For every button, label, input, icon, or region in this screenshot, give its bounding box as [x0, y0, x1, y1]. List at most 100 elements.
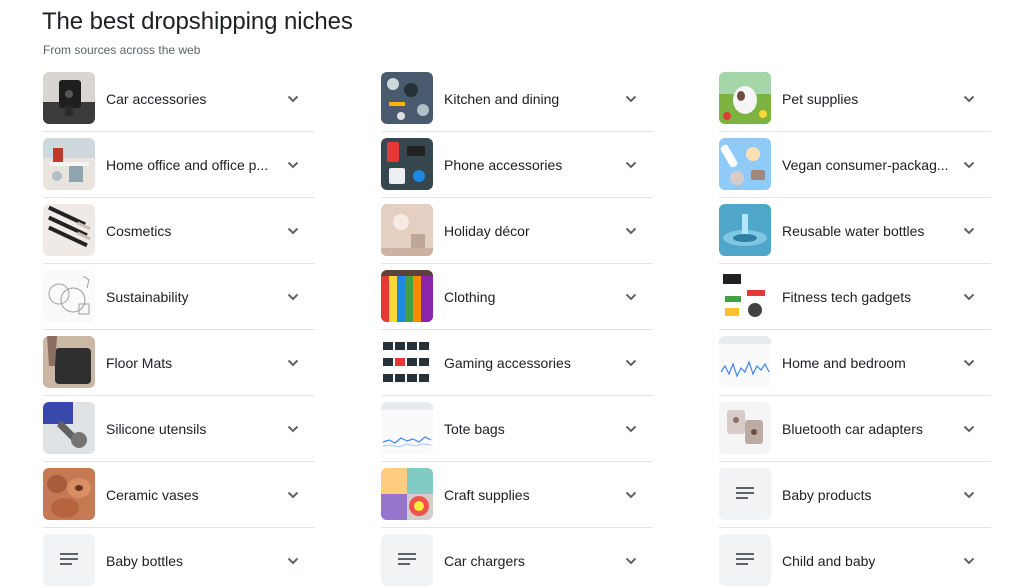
chevron-down-icon[interactable] — [285, 421, 301, 437]
chevron-down-icon[interactable] — [623, 421, 639, 437]
niches-column-2: Kitchen and dining Phone accessories Hol… — [381, 66, 653, 588]
niches-grid: Car accessories Home office and office p… — [0, 66, 1024, 588]
niche-row-vegan-products[interactable]: Vegan consumer-packag... — [719, 132, 991, 198]
niche-label: Home and bedroom — [782, 355, 906, 371]
tote-bags-thumbnail — [381, 402, 433, 454]
page-subtitle: From sources across the web — [43, 43, 201, 57]
niche-label: Car accessories — [106, 91, 207, 107]
niche-row-car-accessories[interactable]: Car accessories — [43, 66, 315, 132]
home-office-thumbnail — [43, 138, 95, 190]
niche-row-cosmetics[interactable]: Cosmetics — [43, 198, 315, 264]
niche-row-phone-accessories[interactable]: Phone accessories — [381, 132, 653, 198]
niches-column-1: Car accessories Home office and office p… — [43, 66, 315, 588]
niche-row-child-baby[interactable]: Child and baby — [719, 528, 991, 588]
chevron-down-icon[interactable] — [285, 553, 301, 569]
niche-row-car-chargers[interactable]: Car chargers — [381, 528, 653, 588]
pet-supplies-thumbnail — [719, 72, 771, 124]
niche-row-bluetooth-adapters[interactable]: Bluetooth car adapters — [719, 396, 991, 462]
clothing-thumbnail — [381, 270, 433, 322]
document-icon — [381, 534, 433, 586]
niche-label: Vegan consumer-packag... — [782, 157, 949, 173]
chevron-down-icon[interactable] — [285, 223, 301, 239]
niche-label: Home office and office p... — [106, 157, 269, 173]
niche-label: Gaming accessories — [444, 355, 571, 371]
niche-label: Holiday décor — [444, 223, 530, 239]
chevron-down-icon[interactable] — [285, 487, 301, 503]
water-bottles-thumbnail — [719, 204, 771, 256]
chevron-down-icon[interactable] — [961, 553, 977, 569]
niche-row-ceramic-vases[interactable]: Ceramic vases — [43, 462, 315, 528]
niches-column-3: Pet supplies Vegan consumer-packag... Re… — [719, 66, 991, 588]
chevron-down-icon[interactable] — [961, 289, 977, 305]
niche-row-baby-bottles[interactable]: Baby bottles — [43, 528, 315, 588]
chevron-down-icon[interactable] — [623, 553, 639, 569]
niche-label: Kitchen and dining — [444, 91, 560, 107]
niche-row-sustainability[interactable]: Sustainability — [43, 264, 315, 330]
niche-row-floor-mats[interactable]: Floor Mats — [43, 330, 315, 396]
chevron-down-icon[interactable] — [623, 223, 639, 239]
niche-label: Baby bottles — [106, 553, 184, 569]
chevron-down-icon[interactable] — [285, 157, 301, 173]
chevron-down-icon[interactable] — [623, 91, 639, 107]
chevron-down-icon[interactable] — [285, 355, 301, 371]
niche-label: Phone accessories — [444, 157, 563, 173]
niche-row-fitness-gadgets[interactable]: Fitness tech gadgets — [719, 264, 991, 330]
chevron-down-icon[interactable] — [961, 91, 977, 107]
niche-row-gaming-accessories[interactable]: Gaming accessories — [381, 330, 653, 396]
niche-row-baby-products[interactable]: Baby products — [719, 462, 991, 528]
floor-mats-thumbnail — [43, 336, 95, 388]
niche-row-holiday-decor[interactable]: Holiday décor — [381, 198, 653, 264]
niche-label: Sustainability — [106, 289, 189, 305]
document-icon — [719, 534, 771, 586]
niche-row-kitchen-dining[interactable]: Kitchen and dining — [381, 66, 653, 132]
sustainability-thumbnail — [43, 270, 95, 322]
niche-label: Craft supplies — [444, 487, 530, 503]
car-accessories-thumbnail — [43, 72, 95, 124]
vegan-products-thumbnail — [719, 138, 771, 190]
chevron-down-icon[interactable] — [623, 355, 639, 371]
gaming-accessories-thumbnail — [381, 336, 433, 388]
niche-row-water-bottles[interactable]: Reusable water bottles — [719, 198, 991, 264]
niche-label: Car chargers — [444, 553, 525, 569]
phone-accessories-thumbnail — [381, 138, 433, 190]
document-icon — [43, 534, 95, 586]
fitness-gadgets-thumbnail — [719, 270, 771, 322]
niche-row-silicone-utensils[interactable]: Silicone utensils — [43, 396, 315, 462]
chevron-down-icon[interactable] — [961, 157, 977, 173]
kitchen-dining-thumbnail — [381, 72, 433, 124]
niche-label: Silicone utensils — [106, 421, 207, 437]
niche-row-clothing[interactable]: Clothing — [381, 264, 653, 330]
craft-supplies-thumbnail — [381, 468, 433, 520]
niche-label: Fitness tech gadgets — [782, 289, 912, 305]
holiday-decor-thumbnail — [381, 204, 433, 256]
chevron-down-icon[interactable] — [623, 157, 639, 173]
chevron-down-icon[interactable] — [623, 289, 639, 305]
ceramic-vases-thumbnail — [43, 468, 95, 520]
chevron-down-icon[interactable] — [285, 91, 301, 107]
niche-row-tote-bags[interactable]: Tote bags — [381, 396, 653, 462]
chevron-down-icon[interactable] — [623, 487, 639, 503]
niche-label: Tote bags — [444, 421, 505, 437]
home-bedroom-thumbnail — [719, 336, 771, 388]
niche-label: Clothing — [444, 289, 496, 305]
niche-label: Child and baby — [782, 553, 876, 569]
chevron-down-icon[interactable] — [961, 421, 977, 437]
niche-row-home-bedroom[interactable]: Home and bedroom — [719, 330, 991, 396]
chevron-down-icon[interactable] — [961, 355, 977, 371]
niche-label: Floor Mats — [106, 355, 173, 371]
niche-label: Baby products — [782, 487, 872, 503]
chevron-down-icon[interactable] — [285, 289, 301, 305]
niche-label: Ceramic vases — [106, 487, 199, 503]
cosmetics-thumbnail — [43, 204, 95, 256]
chevron-down-icon[interactable] — [961, 487, 977, 503]
silicone-utensils-thumbnail — [43, 402, 95, 454]
niche-label: Cosmetics — [106, 223, 172, 239]
chevron-down-icon[interactable] — [961, 223, 977, 239]
niche-row-home-office[interactable]: Home office and office p... — [43, 132, 315, 198]
niche-label: Bluetooth car adapters — [782, 421, 923, 437]
page-title: The best dropshipping niches — [42, 8, 353, 35]
niche-row-craft-supplies[interactable]: Craft supplies — [381, 462, 653, 528]
niche-label: Pet supplies — [782, 91, 859, 107]
niche-label: Reusable water bottles — [782, 223, 925, 239]
niche-row-pet-supplies[interactable]: Pet supplies — [719, 66, 991, 132]
